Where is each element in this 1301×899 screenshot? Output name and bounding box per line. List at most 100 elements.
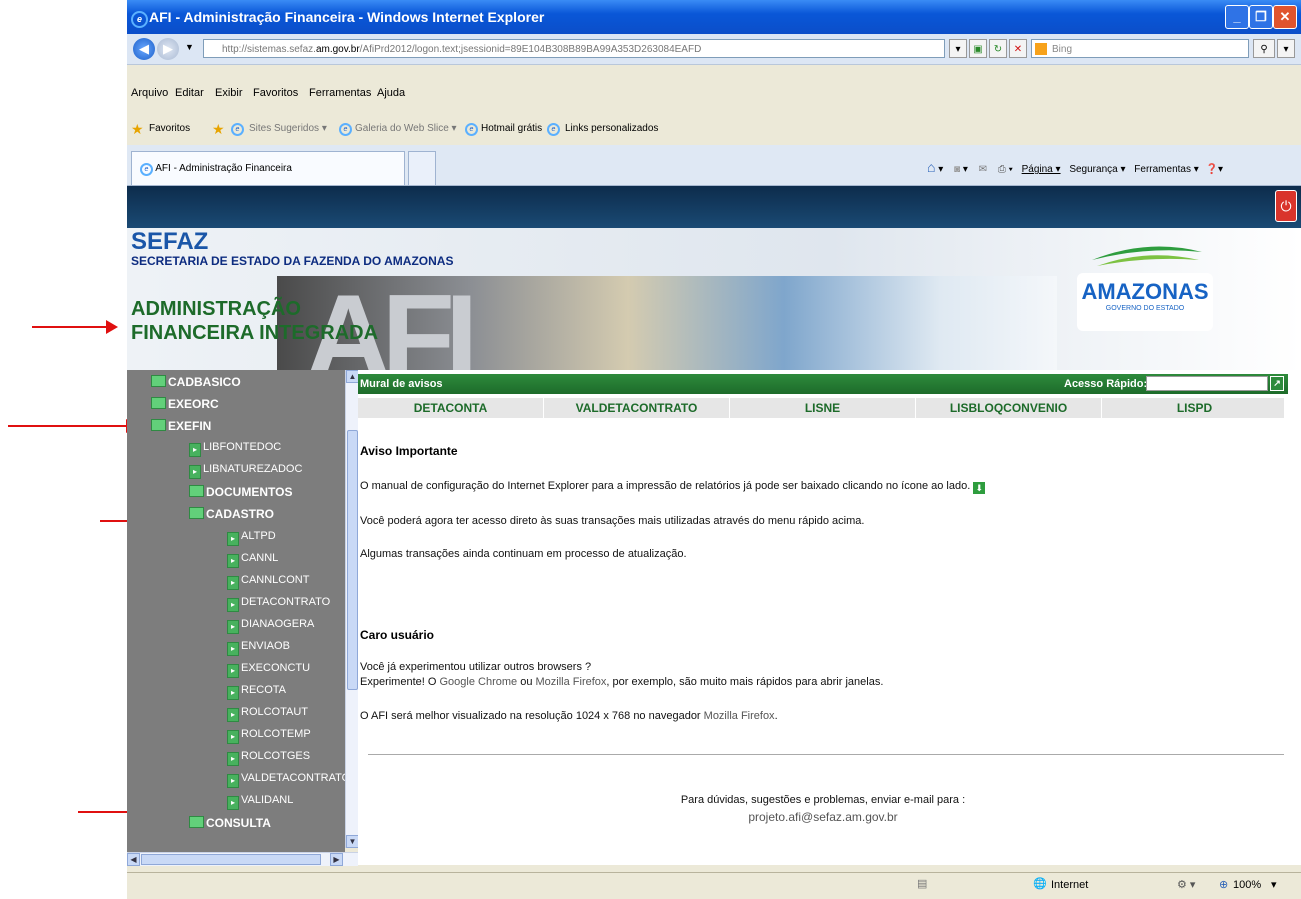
menu-ferramentas[interactable]: Ferramentas bbox=[309, 87, 371, 99]
feeds-icon[interactable]: ◙ bbox=[954, 164, 960, 175]
tree-item-altpd[interactable]: ▸ ALTPD bbox=[227, 530, 276, 546]
sidebar-horizontal-scrollbar[interactable]: ◀ ▶ bbox=[127, 852, 358, 866]
tree-item-rolcotaut[interactable]: ▸ ROLCOTAUT bbox=[227, 706, 308, 722]
compat-view-icon[interactable]: ▣ bbox=[969, 39, 987, 58]
tree-label: DIANAOGERA bbox=[241, 618, 315, 630]
menu-ajuda[interactable]: Ajuda bbox=[377, 87, 405, 99]
fav-hotmail[interactable]: Hotmail grátis bbox=[481, 123, 542, 134]
mozilla-firefox-link[interactable]: Mozilla Firefox bbox=[536, 676, 607, 688]
menu-exibir[interactable]: Exibir bbox=[215, 87, 243, 99]
menu-favoritos[interactable]: Favoritos bbox=[253, 87, 298, 99]
security-menu[interactable]: Segurança ▾ bbox=[1069, 164, 1125, 175]
tree-item-valdetacontrato[interactable]: ▸ VALDETACONTRATO bbox=[227, 772, 345, 788]
quick-link-lisne[interactable]: LISNE bbox=[730, 398, 916, 418]
quick-link-lisbloqconvenio[interactable]: LISBLOQCONVENIO bbox=[916, 398, 1102, 418]
search-options-icon[interactable]: ▾ bbox=[1277, 39, 1295, 58]
tree-label: RECOTA bbox=[241, 684, 287, 696]
res-text-b: . bbox=[774, 710, 778, 722]
resolution-note: O AFI será melhor visualizado na resoluç… bbox=[360, 710, 778, 722]
tree-item-exefin[interactable]: EXEFIN bbox=[151, 419, 211, 433]
folder-icon bbox=[189, 816, 204, 828]
logout-power-icon[interactable]: ⏻ bbox=[1275, 190, 1297, 222]
tree-item-cannl[interactable]: ▸ CANNL bbox=[227, 552, 278, 568]
quick-link-valdetacontrato[interactable]: VALDETACONTRATO bbox=[544, 398, 730, 418]
zoom-icon[interactable]: ⊕ bbox=[1219, 878, 1228, 891]
download-manual-icon[interactable]: ⬇ bbox=[973, 482, 986, 494]
forward-button[interactable]: ▶ bbox=[157, 38, 179, 60]
hscroll-thumb[interactable] bbox=[141, 854, 321, 865]
footer-email-link[interactable]: projeto.afi@sefaz.am.gov.br bbox=[358, 810, 1288, 824]
scroll-right-arrow-icon[interactable]: ▶ bbox=[330, 853, 343, 866]
fav-sites-sugeridos[interactable]: Sites Sugeridos ▾ bbox=[249, 123, 327, 134]
back-button[interactable]: ◀ bbox=[133, 38, 155, 60]
tools-menu[interactable]: Ferramentas ▾ bbox=[1134, 164, 1198, 175]
sidebar-vertical-scrollbar[interactable]: ▲ ▼ bbox=[345, 370, 359, 848]
quick-link-detaconta[interactable]: DETACONTA bbox=[358, 398, 544, 418]
tree-item-cannlcont[interactable]: ▸ CANNLCONT bbox=[227, 574, 309, 590]
doc-icon: ▸ bbox=[227, 620, 239, 634]
search-icon[interactable]: ⚲ bbox=[1253, 39, 1275, 58]
adm-title-line2: FINANCEIRA INTEGRADA bbox=[131, 322, 379, 344]
doc-icon: ▸ bbox=[189, 443, 201, 457]
google-chrome-link[interactable]: Google Chrome bbox=[439, 676, 517, 688]
menu-bar: Arquivo Editar Exibir Favoritos Ferramen… bbox=[127, 65, 1301, 99]
mozilla-firefox-link-2[interactable]: Mozilla Firefox bbox=[704, 710, 775, 722]
home-icon[interactable]: ⌂ bbox=[927, 159, 935, 175]
tree-item-execonctu[interactable]: ▸ EXECONCTU bbox=[227, 662, 310, 678]
browser-window: e AFI - Administração Financeira - Windo… bbox=[127, 0, 1301, 899]
tree-item-recota[interactable]: ▸ RECOTA bbox=[227, 684, 286, 700]
fav-web-slice[interactable]: Galeria do Web Slice ▾ bbox=[355, 123, 457, 134]
fav-links[interactable]: Links personalizados bbox=[565, 123, 658, 134]
scroll-thumb[interactable] bbox=[347, 430, 358, 690]
tree-item-rolcotges[interactable]: ▸ ROLCOTGES bbox=[227, 750, 310, 766]
new-tab-button[interactable] bbox=[408, 151, 436, 185]
tree-item-libfontedoc[interactable]: ▸ LIBFONTEDOC bbox=[189, 441, 281, 457]
search-placeholder: Bing bbox=[1052, 44, 1073, 55]
refresh-icon[interactable]: ↻ bbox=[989, 39, 1007, 58]
url-field[interactable]: http://sistemas.sefaz.am.gov.br/AfiPrd20… bbox=[203, 39, 945, 58]
close-button[interactable]: ✕ bbox=[1273, 5, 1297, 29]
protected-mode-icon[interactable]: ⚙ ▾ bbox=[1177, 878, 1195, 891]
fav-ie-icon: e bbox=[465, 123, 478, 136]
main-content: Mural de avisos Acesso Rápido: ↗ DETACON… bbox=[358, 370, 1301, 865]
stop-icon[interactable]: ✕ bbox=[1009, 39, 1027, 58]
tree-item-exeorc[interactable]: EXEORC bbox=[151, 397, 219, 411]
zoom-dropdown-icon[interactable]: ▾ bbox=[1271, 878, 1277, 891]
menu-arquivo[interactable]: Arquivo bbox=[131, 87, 168, 99]
tab-bar: e AFI - Administração Financeira ⌂ ▾ ◙ ▾… bbox=[127, 145, 1301, 186]
print-icon[interactable]: ⎙ bbox=[998, 164, 1006, 175]
url-prefix: http://sistemas.sefaz. bbox=[222, 44, 316, 55]
tree-item-libnaturezadoc[interactable]: ▸ LIBNATUREZADOC bbox=[189, 463, 302, 479]
sefaz-subtitle: SECRETARIA DE ESTADO DA FAZENDA DO AMAZO… bbox=[131, 254, 454, 268]
url-dropdown-icon[interactable]: ▾ bbox=[949, 39, 967, 58]
minimize-button[interactable]: _ bbox=[1225, 5, 1249, 29]
tree-item-documentos[interactable]: DOCUMENTOS bbox=[189, 485, 292, 499]
tree-item-rolcotemp[interactable]: ▸ ROLCOTEMP bbox=[227, 728, 311, 744]
tree-item-enviaob[interactable]: ▸ ENVIAOB bbox=[227, 640, 290, 656]
search-input[interactable]: Bing bbox=[1031, 39, 1249, 58]
help-icon[interactable]: ❓ bbox=[1206, 164, 1218, 175]
history-dropdown-icon[interactable]: ▼ bbox=[185, 42, 194, 52]
tree-item-consulta[interactable]: CONSULTA bbox=[189, 816, 271, 830]
zoom-level[interactable]: 100% bbox=[1233, 879, 1261, 891]
add-favorite-icon[interactable]: ★ bbox=[212, 121, 225, 138]
tree-item-dianaogera[interactable]: ▸ DIANAOGERA bbox=[227, 618, 314, 634]
favorites-button[interactable]: Favoritos bbox=[149, 123, 190, 134]
menu-editar[interactable]: Editar bbox=[175, 87, 204, 99]
quick-link-lispd[interactable]: LISPD bbox=[1102, 398, 1287, 418]
tree-item-detacontrato[interactable]: ▸ DETACONTRATO bbox=[227, 596, 330, 612]
maximize-button[interactable]: ❐ bbox=[1249, 5, 1273, 29]
zone-label: Internet bbox=[1051, 879, 1089, 891]
doc-icon: ▸ bbox=[227, 752, 239, 766]
footer-separator bbox=[368, 754, 1284, 755]
tab-afi[interactable]: e AFI - Administração Financeira bbox=[131, 151, 405, 185]
scroll-left-arrow-icon[interactable]: ◀ bbox=[127, 853, 140, 866]
acesso-rapido-input[interactable] bbox=[1146, 376, 1268, 391]
tree-item-cadbasico[interactable]: CADBASICO bbox=[151, 375, 241, 389]
tree-item-validanl[interactable]: ▸ VALIDANL bbox=[227, 794, 293, 810]
page-menu[interactable]: Página ▾ bbox=[1022, 164, 1061, 175]
acesso-rapido-go-icon[interactable]: ↗ bbox=[1270, 376, 1284, 391]
mail-icon[interactable]: ✉ bbox=[979, 164, 987, 175]
tree-item-cadastro[interactable]: CADASTRO bbox=[189, 507, 274, 521]
command-bar: ⌂ ▾ ◙ ▾ ✉ ⎙ ▾ Página ▾ Segurança ▾ Ferra… bbox=[927, 159, 1224, 175]
